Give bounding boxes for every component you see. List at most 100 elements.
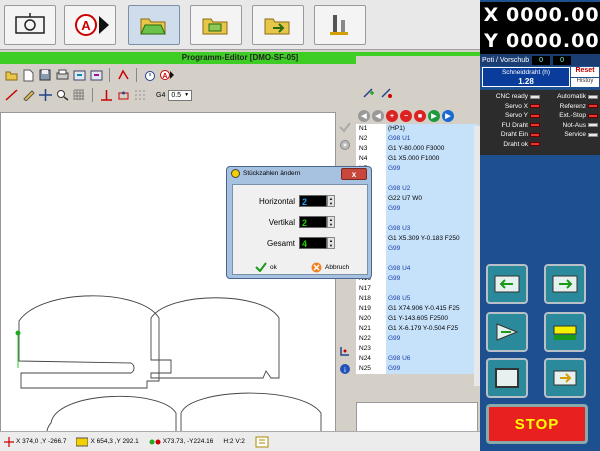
vertikal-label: Vertikal — [268, 217, 295, 227]
spin-up-icon[interactable]: ▲ — [329, 217, 333, 222]
nc-line[interactable]: N19 G1 X74.906 Y-0.415 F25 — [356, 304, 478, 314]
import-icon[interactable] — [72, 68, 86, 82]
nc-line[interactable]: N20 G1 Y-143.605 F2500 — [356, 314, 478, 324]
crosshair-icon[interactable] — [38, 88, 52, 102]
status-led-icon — [530, 113, 540, 118]
gesamt-input[interactable]: 4 — [299, 237, 327, 249]
grid-icon[interactable] — [72, 88, 86, 102]
dot-grid-icon[interactable] — [133, 88, 147, 102]
vertical-toolbar: i — [336, 112, 354, 451]
cancel-button[interactable]: Abbruch — [311, 260, 349, 274]
auto-icon[interactable]: A — [160, 68, 174, 82]
nc-line[interactable]: N15G98 U4 — [356, 264, 478, 274]
nc-line[interactable]: N4 G1 X5.000 F1000 — [356, 154, 478, 164]
settings-icon[interactable] — [338, 138, 352, 152]
history-button[interactable]: Histoy — [571, 78, 599, 87]
zoom-icon[interactable] — [55, 88, 69, 102]
hv-count-text: H:2 V:2 — [223, 438, 245, 445]
wire-cut-button[interactable] — [486, 312, 528, 352]
nc-line[interactable]: N11G98 U3 — [356, 224, 478, 234]
ok-button[interactable]: ok — [255, 260, 277, 274]
open-icon[interactable] — [4, 68, 18, 82]
dialog-close-button[interactable]: x — [341, 168, 367, 180]
nc-line[interactable]: N12G1 X5.309 Y-0.183 F250 — [356, 234, 478, 244]
open-file-button[interactable] — [128, 5, 180, 45]
edit-line-icon[interactable] — [379, 86, 393, 100]
tools-button[interactable] — [314, 5, 366, 45]
stop-button[interactable]: STOP — [486, 404, 588, 444]
spin-down-icon[interactable]: ▼ — [329, 222, 333, 227]
nc-line[interactable]: N22 G99 — [356, 334, 478, 344]
spin-up-icon[interactable]: ▲ — [329, 238, 333, 243]
gesamt-spinner[interactable]: ▲ ▼ — [327, 237, 335, 249]
check-icon[interactable] — [338, 120, 352, 134]
nc-line[interactable]: N9G99 — [356, 204, 478, 214]
nc-edit-area[interactable] — [356, 402, 478, 432]
tools-icon — [330, 15, 348, 35]
machine-view-button[interactable] — [4, 5, 56, 45]
save-icon[interactable] — [38, 68, 52, 82]
vertikal-input[interactable]: 2 — [299, 216, 327, 228]
info-icon[interactable]: i — [338, 362, 352, 376]
new-file-icon[interactable] — [21, 68, 35, 82]
stop-line-icon[interactable]: ■ — [414, 110, 426, 122]
add-line-icon[interactable] — [361, 86, 375, 100]
timer-icon[interactable] — [143, 68, 157, 82]
nc-line[interactable]: N17 — [356, 284, 478, 294]
spin-up-icon[interactable]: ▲ — [329, 196, 333, 201]
nc-line-code: G1 X74.906 Y-0.415 F25 — [386, 304, 478, 314]
nc-line[interactable]: N6 — [356, 174, 478, 184]
nc-line[interactable]: N14 — [356, 254, 478, 264]
nc-line[interactable]: N2 G98 U1 — [356, 134, 478, 144]
nc-line[interactable]: N21 G1 X-6.179 Y-0.504 F25 — [356, 324, 478, 334]
print-icon[interactable] — [55, 68, 69, 82]
layout-icon-wrap[interactable] — [255, 436, 269, 448]
horizontal-input[interactable]: 2 — [299, 195, 327, 207]
status-indicator: FU Draht — [482, 122, 540, 129]
nc-line[interactable]: N18 G98 U5 — [356, 294, 478, 304]
nc-line[interactable]: N13G99 — [356, 244, 478, 254]
forward-icon[interactable]: ▶ — [442, 110, 454, 122]
line-tool-icon[interactable] — [4, 88, 18, 102]
drawing-canvas[interactable] — [0, 112, 336, 451]
nc-line[interactable]: N25 G99 — [356, 364, 478, 374]
horizontal-spinner[interactable]: ▲ ▼ — [327, 195, 335, 207]
nc-line[interactable]: N23 — [356, 344, 478, 354]
export-icon[interactable] — [89, 68, 103, 82]
nc-line[interactable]: N3 G1 Y-80.000 F3000 — [356, 144, 478, 154]
move-right-button[interactable] — [544, 264, 586, 304]
save-file-button[interactable] — [190, 5, 242, 45]
snap-icon[interactable] — [116, 88, 130, 102]
feed-button[interactable] — [544, 312, 586, 352]
crosshair-icon — [4, 436, 14, 447]
nc-line[interactable]: N10 — [356, 214, 478, 224]
nc-line[interactable]: N1 (HP1) — [356, 124, 478, 134]
scale-icon[interactable] — [338, 344, 352, 358]
nc-line[interactable]: N24 G98 U6 — [356, 354, 478, 364]
nc-line[interactable]: N8G22 U7 W0 — [356, 194, 478, 204]
play-icon[interactable]: ▶ — [428, 110, 440, 122]
export-file-button[interactable] — [252, 5, 304, 45]
spin-down-icon[interactable]: ▼ — [329, 201, 333, 206]
origin-icon[interactable] — [99, 88, 113, 102]
spin-down-icon[interactable]: ▼ — [329, 243, 333, 248]
svg-text:i: i — [344, 366, 346, 374]
status-bar: X 374,0 ,Y -266.7 X 654,3 ,Y 292.1 X73.7… — [0, 431, 480, 451]
move-left-button[interactable] — [486, 264, 528, 304]
nav-back-icon[interactable]: ◀ — [358, 110, 370, 122]
nc-line[interactable]: N16G99 — [356, 274, 478, 284]
nc-line[interactable]: N5G99 — [356, 164, 478, 174]
delete-icon[interactable]: − — [400, 110, 412, 122]
nc-line[interactable]: N7G98 U2 — [356, 184, 478, 194]
frame-button[interactable] — [486, 358, 528, 398]
reset-button[interactable]: Reset — [571, 67, 599, 77]
jog-button[interactable] — [544, 358, 586, 398]
path-icon[interactable] — [116, 68, 130, 82]
auto-mode-button[interactable]: A — [64, 5, 116, 45]
pencil-icon[interactable] — [21, 88, 35, 102]
nc-code-list[interactable]: N1 (HP1) N2 G98 U1 N3 G1 Y-80.000 F3000 N4 G1 X… — [356, 124, 478, 398]
nav-back-2-icon[interactable]: ◀ — [372, 110, 384, 122]
vertikal-spinner[interactable]: ▲ ▼ — [327, 216, 335, 228]
insert-icon[interactable]: + — [386, 110, 398, 122]
g4-select[interactable]: 0.5 ▼ — [168, 89, 193, 101]
